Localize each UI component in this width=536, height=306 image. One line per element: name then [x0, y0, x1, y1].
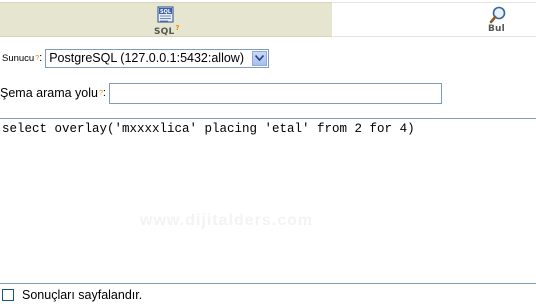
- server-select[interactable]: PostgreSQL (127.0.0.1:5432:allow): [45, 48, 270, 68]
- svg-text:SQL: SQL: [160, 9, 172, 15]
- paging-label[interactable]: Sonuçları sayfalandır.: [22, 288, 142, 302]
- tab-sql-label: SQL?: [154, 24, 180, 37]
- server-label: Sunucu: [2, 52, 35, 64]
- help-mark[interactable]: ?: [175, 24, 179, 32]
- server-row: Sunucu?: PostgreSQL (127.0.0.1:5432:allo…: [2, 48, 270, 68]
- chevron-down-icon[interactable]: [252, 50, 268, 66]
- schema-label: Şema arama yolu: [0, 86, 98, 100]
- schema-row: Şema arama yolu?:: [0, 82, 442, 104]
- server-selected-value: PostgreSQL (127.0.0.1:5432:allow): [49, 51, 244, 65]
- watermark: www.dijitalders.com: [140, 212, 314, 229]
- sql-query-textarea[interactable]: select overlay('mxxxxlica' placing 'etal…: [0, 118, 536, 284]
- schema-search-path-input[interactable]: [108, 82, 442, 104]
- paging-checkbox[interactable]: [2, 289, 14, 301]
- tab-find[interactable]: Bul: [333, 2, 536, 37]
- tab-bar: SQL SQL? Bul: [0, 0, 536, 37]
- tab-sql[interactable]: SQL SQL?: [0, 2, 332, 37]
- paging-row: Sonuçları sayfalandır.: [2, 287, 142, 303]
- tab-find-label: Bul: [488, 24, 505, 34]
- sql-query-text: select overlay('mxxxxlica' placing 'etal…: [2, 122, 415, 136]
- magnifier-icon: [489, 6, 506, 24]
- sql-icon: SQL: [157, 6, 174, 23]
